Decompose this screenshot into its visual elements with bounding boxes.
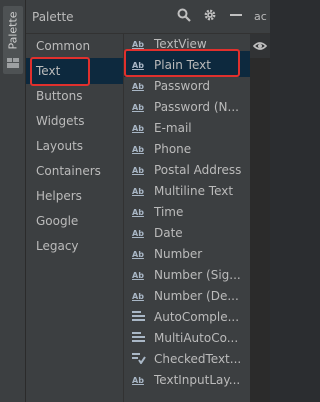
category-google[interactable]: Google bbox=[36, 214, 78, 228]
palette-grip-icon bbox=[7, 58, 19, 68]
editor-pane: ac bbox=[250, 0, 270, 402]
text-category-highlight-box bbox=[30, 57, 90, 86]
minimize-icon[interactable] bbox=[228, 7, 244, 23]
eye-icon[interactable] bbox=[250, 34, 270, 58]
widget-item-label: Time bbox=[154, 205, 184, 219]
text-widget-icon: Ab bbox=[132, 144, 144, 154]
widget-item-password[interactable]: Ab Password bbox=[124, 75, 250, 97]
widget-item-label: AutoComple... bbox=[154, 310, 240, 324]
widget-item-label: Date bbox=[154, 226, 183, 240]
gear-icon[interactable] bbox=[202, 7, 218, 23]
category-widgets[interactable]: Widgets bbox=[36, 114, 85, 128]
widget-item-checkedtextview[interactable]: CheckedText... bbox=[124, 348, 250, 370]
tool-window-strip: Palette bbox=[0, 0, 26, 402]
widget-item-number-signed[interactable]: Ab Number (Sig... bbox=[124, 264, 250, 286]
text-widget-icon: Ab bbox=[132, 123, 144, 133]
category-helpers[interactable]: Helpers bbox=[36, 189, 82, 203]
widget-item-label: E-mail bbox=[154, 121, 192, 135]
widget-item-label: Number (Sig... bbox=[154, 268, 241, 282]
autocomplete-icon bbox=[132, 311, 150, 323]
text-widget-icon: Ab bbox=[132, 39, 144, 49]
widget-item-multiline-text[interactable]: Ab Multiline Text bbox=[124, 180, 250, 202]
editor-tab-label: ac bbox=[254, 10, 267, 23]
category-containers[interactable]: Containers bbox=[36, 164, 101, 178]
category-legacy[interactable]: Legacy bbox=[36, 239, 79, 253]
palette-side-tab-label: Palette bbox=[6, 10, 20, 50]
text-widget-icon: Ab bbox=[132, 186, 144, 196]
text-widget-icon: Ab bbox=[132, 165, 144, 175]
widget-item-label: Password (N... bbox=[154, 100, 239, 114]
widget-item-phone[interactable]: Ab Phone bbox=[124, 138, 250, 160]
widget-item-label: Password bbox=[154, 79, 211, 93]
palette-title: Palette bbox=[32, 10, 74, 24]
checked-text-icon bbox=[132, 352, 150, 366]
widget-item-number-decimal[interactable]: Ab Number (De... bbox=[124, 285, 250, 307]
widget-list: Ab TextView Ab Plain Text Ab Password Ab Pas… bbox=[124, 34, 250, 402]
widget-item-date[interactable]: Ab Date bbox=[124, 222, 250, 244]
widget-item-label: TextInputLay... bbox=[154, 373, 241, 387]
editor-tab[interactable]: ac bbox=[250, 0, 270, 34]
widget-item-label: Number (De... bbox=[154, 289, 239, 303]
text-widget-icon: Ab bbox=[132, 228, 144, 238]
palette-side-tab-label-wrap: Palette bbox=[3, 6, 23, 54]
widget-item-multiautocomplete[interactable]: MultiAutoCo... bbox=[124, 327, 250, 349]
category-buttons[interactable]: Buttons bbox=[36, 89, 82, 103]
text-widget-icon: Ab bbox=[132, 249, 144, 259]
widget-item-label: Postal Address bbox=[154, 163, 242, 177]
autocomplete-icon bbox=[132, 332, 150, 344]
widget-item-label: Multiline Text bbox=[154, 184, 234, 198]
widget-item-label: CheckedText... bbox=[154, 352, 242, 366]
text-widget-icon: Ab bbox=[132, 270, 144, 280]
widget-item-label: Number bbox=[154, 247, 203, 261]
category-list: Common Text Buttons Widgets Layouts Cont… bbox=[26, 34, 124, 402]
widget-item-label: MultiAutoCo... bbox=[154, 331, 239, 345]
widget-item-textinputlayout[interactable]: Ab TextInputLay... bbox=[124, 369, 250, 391]
palette-header: Palette bbox=[26, 0, 250, 34]
text-widget-icon: Ab bbox=[132, 291, 144, 301]
palette-panel: Palette Common Text Buttons Widgets Layo… bbox=[26, 0, 250, 402]
widget-item-label: Phone bbox=[154, 142, 192, 156]
category-layouts[interactable]: Layouts bbox=[36, 139, 83, 153]
text-widget-icon: Ab bbox=[132, 375, 144, 385]
widget-item-number[interactable]: Ab Number bbox=[124, 243, 250, 265]
text-widget-icon: Ab bbox=[132, 81, 144, 91]
widget-item-password-numeric[interactable]: Ab Password (N... bbox=[124, 96, 250, 118]
category-common[interactable]: Common bbox=[36, 39, 90, 53]
text-widget-icon: Ab bbox=[132, 102, 144, 112]
plain-text-highlight-box bbox=[124, 49, 240, 77]
widget-item-postal-address[interactable]: Ab Postal Address bbox=[124, 159, 250, 181]
text-widget-icon: Ab bbox=[132, 207, 144, 217]
widget-item-time[interactable]: Ab Time bbox=[124, 201, 250, 223]
palette-side-tab[interactable]: Palette bbox=[3, 6, 23, 74]
widget-item-autocomplete[interactable]: AutoComple... bbox=[124, 306, 250, 328]
widget-item-email[interactable]: Ab E-mail bbox=[124, 117, 250, 139]
search-icon[interactable] bbox=[176, 7, 192, 23]
